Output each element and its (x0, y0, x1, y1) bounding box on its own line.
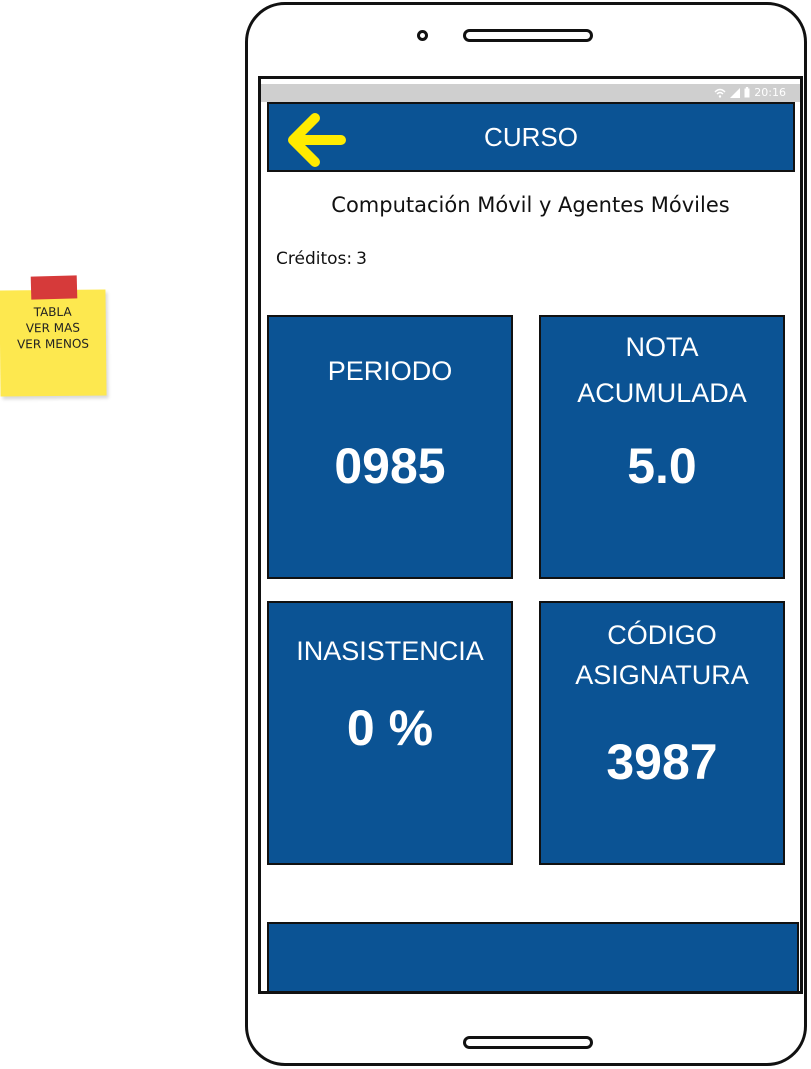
tile-value: 3987 (606, 734, 718, 790)
tile-value: 0985 (334, 438, 446, 494)
tile-value: 0 % (346, 700, 434, 756)
home-button[interactable] (463, 1036, 593, 1049)
sticky-note-text: TABLA VER MAS VER MENOS (0, 303, 106, 352)
tile-inasistencia[interactable]: INASISTENCIA 0 % (267, 601, 513, 865)
tile-periodo[interactable]: PERIODO 0985 (267, 315, 513, 579)
status-time: 20:16 (754, 86, 786, 99)
tile-nota-acumulada[interactable]: NOTA ACUMULADA 5.0 (539, 315, 785, 579)
sticky-note: TABLA VER MAS VER MENOS (0, 289, 107, 397)
speaker-slot (463, 29, 593, 42)
camera-dot (417, 30, 428, 41)
status-bar: 20:16 (261, 84, 800, 102)
tile-label: NOTA (625, 332, 699, 362)
tile-label: CÓDIGO (607, 620, 717, 650)
credits-value: 3 (356, 249, 367, 269)
tile-value: 5.0 (627, 438, 697, 494)
signal-icon (730, 87, 741, 98)
tile-label: INASISTENCIA (296, 636, 484, 666)
credits-label: Créditos: (276, 249, 353, 269)
tile-codigo-asignatura[interactable]: CÓDIGO ASIGNATURA 3987 (539, 601, 785, 865)
battery-icon (744, 87, 750, 98)
course-name: Computación Móvil y Agentes Móviles (331, 193, 730, 217)
page-title: CURSO (484, 122, 578, 152)
sticky-line: TABLA (33, 304, 72, 320)
bottom-bar (267, 922, 799, 991)
phone-screen: 20:16 CURSO Computación Móvil y Agentes … (258, 76, 803, 994)
sticky-tape (30, 275, 78, 300)
tile-label: ACUMULADA (577, 378, 747, 408)
app-bar: CURSO (267, 102, 795, 172)
tile-label: ASIGNATURA (575, 660, 749, 690)
status-icons: 20:16 (714, 86, 786, 99)
tile-label: PERIODO (327, 356, 453, 386)
sticky-line: VER MAS (25, 320, 80, 336)
sticky-line: VER MENOS (16, 336, 90, 352)
wifi-icon (714, 88, 726, 98)
credits-row: Créditos: 3 (276, 249, 371, 269)
